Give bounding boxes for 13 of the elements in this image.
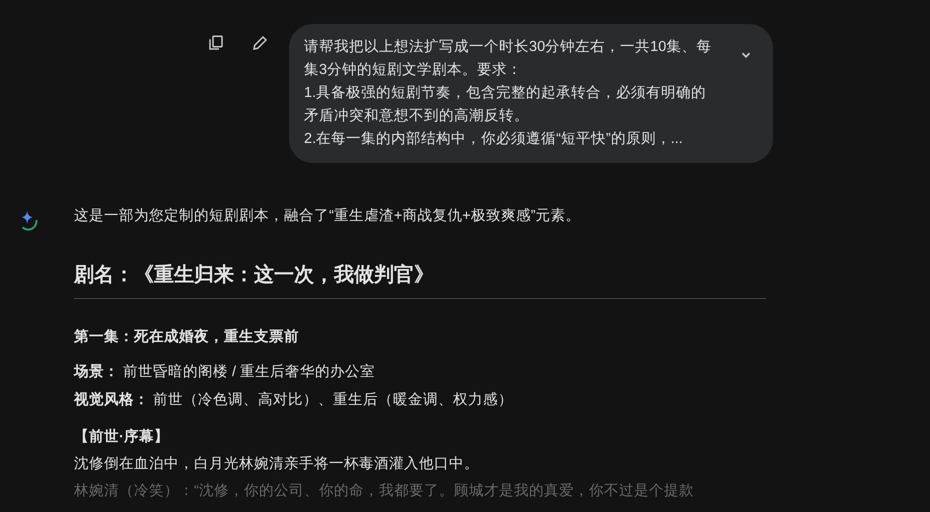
scene-info: 场景： 前世昏暗的阁楼 / 重生后奢华的办公室 — [74, 362, 376, 382]
episode-heading: 第一集：死在成婚夜，重生支票前 — [74, 327, 300, 347]
prompt-text: 2.在每一集的内部结构中，你必须遵循“短平快”的原则，... — [304, 130, 684, 149]
intro-text: 这是一部为您定制的短剧剧本，融合了“重生虐渣+商战复仇+极致爽感”元素。 — [74, 206, 582, 226]
edit-icon[interactable] — [251, 34, 269, 52]
script-line: 沈修倒在血泊中，白月光林婉清亲手将一杯毒酒灌入他口中。 — [74, 454, 480, 474]
section-heading: 【前世·序幕】 — [74, 428, 170, 447]
copy-icon[interactable] — [207, 34, 225, 52]
prompt-text: 1.具备极强的短剧节奏，包含完整的起承转合，必须有明确的矛盾冲突和意想不到的高潮反转。 — [304, 84, 708, 126]
scene-info: 视觉风格： 前世（冷色调、高对比）、重生后（暖金调、权力感） — [74, 390, 514, 410]
script-line: 林婉清（冷笑）：“沈修，你的公司、你的命，我都要了。顾城才是我的真爱，你不过是个提款 — [74, 482, 695, 500]
script-title: 剧名：《重生归来：这一次，我做判官》 — [74, 260, 766, 299]
prompt-text: 请帮我把以上想法扩写成一个时长30分钟左右，一共10集、每集3分钟的短剧文学剧本。要求： — [304, 38, 712, 80]
